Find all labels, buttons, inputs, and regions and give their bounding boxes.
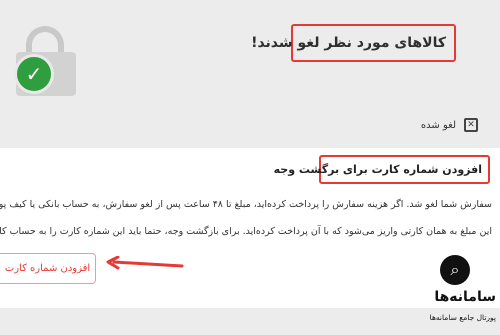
refund-title: افزودن شماره کارت برای برگشت وجه bbox=[273, 163, 482, 176]
status-label: لغو شده bbox=[420, 119, 456, 131]
order-cancelled-panel: ✓ کالاهای مورد نظر لغو شدند! ✕ لغو شده bbox=[0, 0, 500, 148]
cancelled-box-icon: ✕ bbox=[464, 118, 478, 132]
brand-watermark: ⌕ سامانه‌ها پورتال جامع سامانه‌ها bbox=[412, 255, 496, 331]
brand-tagline: پورتال جامع سامانه‌ها bbox=[429, 313, 496, 322]
order-status: ✕ لغو شده bbox=[421, 118, 478, 132]
lock-illustration: ✓ bbox=[10, 26, 80, 98]
pointer-arrow-icon bbox=[106, 256, 184, 270]
brand-name: سامانه‌ها bbox=[434, 289, 496, 305]
brand-logo-icon: ⌕ bbox=[440, 255, 470, 285]
check-icon: ✓ bbox=[14, 54, 54, 94]
cancel-message-highlight: کالاهای مورد نظر لغو شدند! bbox=[251, 24, 456, 62]
refund-description-line-1: سفارش شما لغو شد. اگر هزینه سفارش را پرد… bbox=[0, 199, 492, 210]
refund-title-highlight: افزودن شماره کارت برای برگشت وجه bbox=[274, 155, 490, 184]
cancel-message: کالاهای مورد نظر لغو شدند! bbox=[251, 35, 446, 51]
add-card-number-button[interactable]: افزودن شماره کارت bbox=[0, 253, 96, 284]
refund-description-line-2: این مبلغ به همان کارتی واریز می‌شود که ب… bbox=[0, 226, 492, 237]
